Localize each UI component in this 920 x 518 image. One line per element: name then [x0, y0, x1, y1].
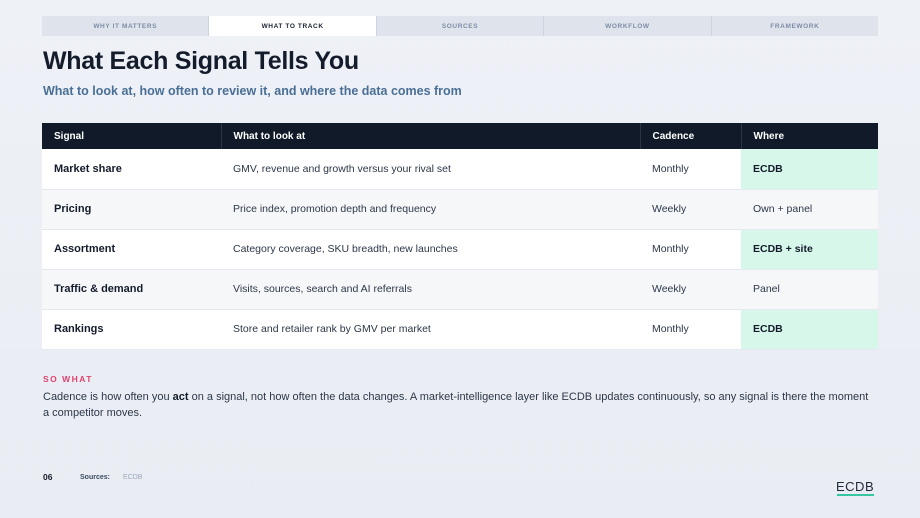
header-signal: Signal — [42, 123, 222, 149]
section-tabs: WHY IT MATTERS WHAT TO TRACK SOURCES WOR… — [42, 16, 878, 36]
cell-where: Panel — [741, 269, 878, 310]
page-subtitle: What to look at, how often to review it,… — [43, 84, 462, 98]
cell-what: Category coverage, SKU breadth, new laun… — [221, 229, 640, 270]
cell-signal: Market share — [42, 149, 221, 190]
cell-where: ECDB + site — [741, 229, 878, 270]
tab-why-it-matters[interactable]: WHY IT MATTERS — [42, 16, 210, 36]
table-row: Assortment Category coverage, SKU breadt… — [42, 229, 878, 270]
table-row: Market share GMV, revenue and growth ver… — [42, 149, 878, 190]
cell-cadence: Monthly — [640, 149, 741, 190]
cell-signal: Traffic & demand — [42, 269, 221, 310]
cell-what: Price index, promotion depth and frequen… — [221, 189, 640, 230]
page-number: 06 — [43, 472, 53, 482]
cell-what: Visits, sources, search and AI referrals — [221, 269, 640, 310]
cell-where: ECDB — [741, 149, 878, 190]
logo-underline — [837, 494, 874, 496]
so-what-emphasis: act — [172, 391, 189, 403]
sources-label: Sources: — [80, 474, 110, 481]
so-what-text-start: Cadence is how often you — [43, 391, 173, 403]
table-row: Rankings Store and retailer rank by GMV … — [42, 309, 878, 350]
cell-signal: Assortment — [42, 229, 221, 270]
cell-where: ECDB — [741, 309, 878, 350]
tab-what-to-track[interactable]: WHAT TO TRACK — [209, 16, 377, 36]
cell-where: Own + panel — [741, 189, 878, 230]
signals-table: Signal What to look at Cadence Where Mar… — [42, 123, 878, 350]
cell-what: Store and retailer rank by GMV per marke… — [221, 309, 640, 350]
header-cadence: Cadence — [640, 123, 742, 149]
cell-cadence: Monthly — [640, 309, 741, 350]
page-title: What Each Signal Tells You — [43, 47, 359, 75]
header-what-to-look-at: What to look at — [221, 123, 641, 149]
cell-cadence: Monthly — [640, 229, 741, 270]
table-row: Pricing Price index, promotion depth and… — [42, 189, 878, 230]
cell-signal: Pricing — [42, 189, 221, 230]
cell-cadence: Weekly — [640, 189, 741, 230]
table-header-row: Signal What to look at Cadence Where — [42, 123, 878, 149]
tab-sources[interactable]: SOURCES — [377, 16, 545, 36]
so-what-label: SO WHAT — [43, 374, 94, 384]
tab-framework[interactable]: FRAMEWORK — [712, 16, 878, 36]
cell-what: GMV, revenue and growth versus your riva… — [221, 149, 640, 190]
tab-workflow[interactable]: WORKFLOW — [544, 16, 712, 36]
sources-value: ECDB — [123, 474, 143, 481]
header-where: Where — [741, 123, 878, 149]
ecdb-logo: ECDB — [836, 479, 875, 494]
so-what-text: Cadence is how often you act on a signal… — [43, 389, 873, 421]
cell-signal: Rankings — [42, 309, 221, 350]
cell-cadence: Weekly — [640, 269, 741, 310]
table-row: Traffic & demand Visits, sources, search… — [42, 269, 878, 310]
